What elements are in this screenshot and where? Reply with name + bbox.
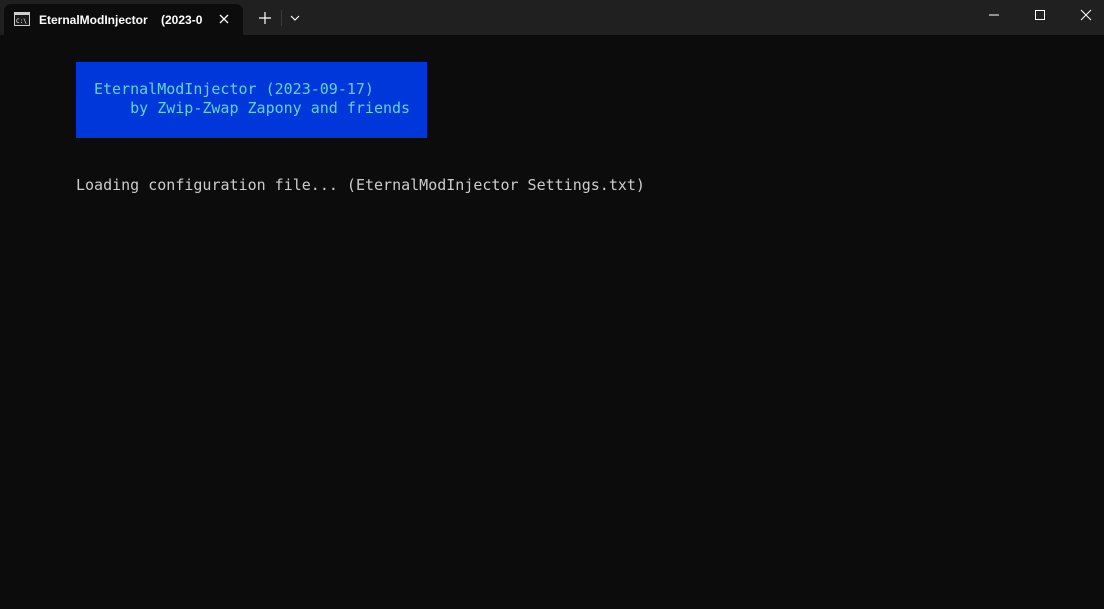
maximize-button[interactable] <box>1017 0 1063 32</box>
tab-divider <box>281 10 282 26</box>
command-prompt-icon: C:\ <box>14 12 30 26</box>
tab-close-icon[interactable] <box>216 11 232 27</box>
maximize-icon <box>1035 10 1045 20</box>
plus-icon[interactable] <box>255 8 275 28</box>
program-banner: EternalModInjector (2023-09-17) by Zwip-… <box>76 62 427 138</box>
tab-title: EternalModInjector (2023-0 <box>39 13 203 27</box>
svg-text:C:\: C:\ <box>16 18 27 25</box>
close-icon <box>1080 9 1092 21</box>
title-bar[interactable]: C:\ EternalModInjector (2023-0 <box>0 0 1104 35</box>
close-button[interactable] <box>1063 0 1104 32</box>
terminal-window: C:\ EternalModInjector (2023-0 EternalMo… <box>0 0 1104 609</box>
terminal-output-area[interactable]: EternalModInjector (2023-09-17) by Zwip-… <box>0 35 1104 609</box>
banner-credits: by Zwip-Zwap Zapony and friends <box>94 99 411 117</box>
output-line-loading: Loading configuration file... (EternalMo… <box>76 176 645 194</box>
tab-eternalmodinjector[interactable]: C:\ EternalModInjector (2023-0 <box>4 4 243 35</box>
minimize-button[interactable] <box>971 0 1017 32</box>
banner-title: EternalModInjector (2023-09-17) <box>94 80 374 98</box>
chevron-down-icon[interactable] <box>286 9 304 27</box>
minimize-icon <box>989 14 999 16</box>
